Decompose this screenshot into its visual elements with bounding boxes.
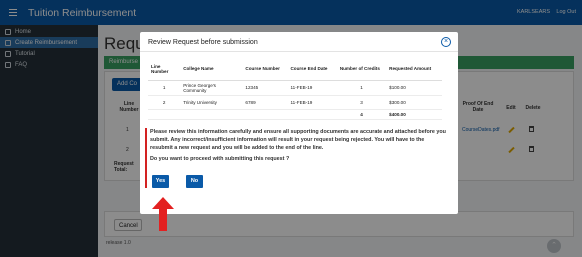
cell-credits: 3 [336,95,387,110]
confirm-question: Do you want to proceed with submitting t… [150,156,290,162]
column-header: Course Number [242,58,288,81]
red-arrow-annotation [152,197,174,231]
column-header: Line Number [148,58,181,81]
cell-credits: 1 [336,80,387,96]
dialog-title: Review Request before submission [148,39,258,46]
table-row: 2 Trinity University 6789 11-FEB-19 3 $3… [148,95,442,110]
no-button[interactable]: No [186,175,203,188]
cell-amount: $300.00 [386,95,442,110]
cell-end-date: 11-FEB-19 [287,80,337,96]
empty-cell [287,109,337,120]
close-icon[interactable]: × [441,37,451,47]
column-header: Number of Credits [336,58,387,81]
empty-cell [148,109,181,120]
review-dialog: Review Request before submission × Line … [140,32,458,214]
request-table: Line Number College Name Course Number C… [148,58,442,120]
table-header-row: Line Number College Name Course Number C… [148,58,442,81]
total-amount: $400.00 [386,109,442,120]
column-header: College Name [180,58,243,81]
column-header: Requested Amount [386,58,442,81]
cell-line: 2 [148,95,181,110]
cell-course: 6789 [242,95,288,110]
cell-college: Trinity University [180,95,243,110]
cell-line: 1 [148,80,181,96]
cell-amount: $100.00 [386,80,442,96]
column-header: Course End Date [287,58,337,81]
table-total-row: 4 $400.00 [148,109,442,120]
cell-end-date: 11-FEB-19 [287,95,337,110]
empty-cell [242,109,288,120]
table-row: 1 Prince George's Community 12345 11-FEB… [148,80,442,96]
dialog-divider [140,51,458,52]
total-credits: 4 [336,109,387,120]
cell-course: 12345 [242,80,288,96]
warning-text: Please review this information carefully… [150,129,446,151]
cell-college: Prince George's Community [180,80,243,96]
yes-button[interactable]: Yes [152,175,169,188]
empty-cell [180,109,243,120]
